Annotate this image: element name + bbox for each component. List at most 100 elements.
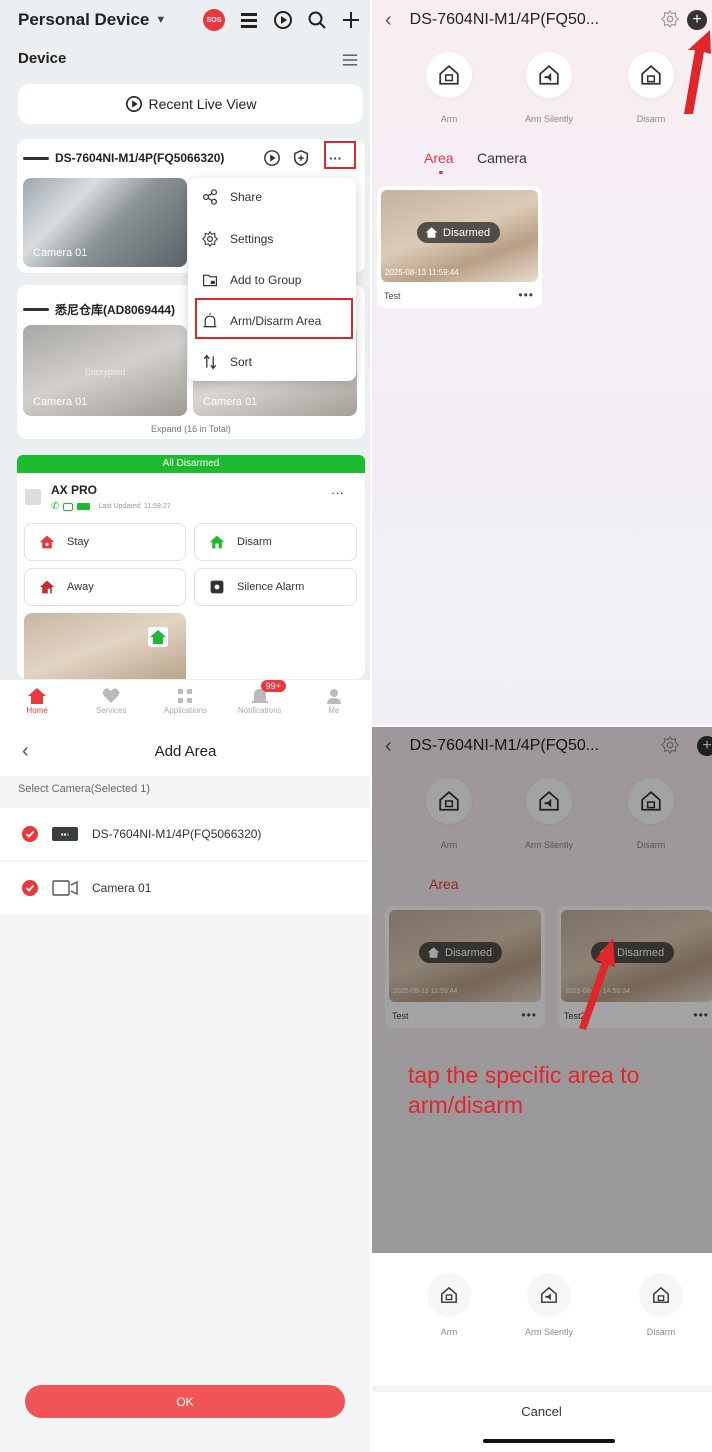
menu-item-label: Add to Group xyxy=(230,273,302,287)
back-icon[interactable]: ‹ xyxy=(385,9,392,32)
house-unlock-icon xyxy=(653,1286,669,1303)
tab-notifications[interactable]: 99+ Notifications xyxy=(225,680,295,726)
house-icon xyxy=(425,227,438,238)
disarm-action[interactable]: Disarm xyxy=(611,52,691,124)
axpro-camera-thumbnail[interactable] xyxy=(24,613,186,679)
device-home-screen: Personal Device ▼ SOS Device Recent Live… xyxy=(0,0,371,726)
bottom-tab-bar: Home Services Applications 99+ Notificat… xyxy=(0,679,371,726)
away-button[interactable]: Away xyxy=(24,568,186,606)
playback-icon[interactable] xyxy=(273,10,293,30)
menu-icon[interactable] xyxy=(342,52,358,68)
tab-services[interactable]: Services xyxy=(76,680,146,726)
notification-badge: 99+ xyxy=(260,680,286,692)
status-banner: All Disarmed xyxy=(17,455,365,473)
camera-icon xyxy=(52,880,78,896)
device-name[interactable]: 悉尼仓库(AD8069444) xyxy=(23,301,175,318)
menu-item-share[interactable]: Share xyxy=(188,178,356,216)
more-options-button[interactable]: ••• xyxy=(518,288,534,302)
disarm-label: Disarm xyxy=(646,1327,676,1337)
recent-live-view-label: Recent Live View xyxy=(148,96,257,112)
tab-camera[interactable]: Camera xyxy=(477,150,527,166)
arm-silently-label: Arm Silently xyxy=(524,1327,573,1337)
axpro-name[interactable]: AX PRO xyxy=(51,483,97,497)
camera-row[interactable]: Camera 01 xyxy=(0,862,371,914)
camera-label: Camera 01 xyxy=(203,396,258,408)
house-lock-icon xyxy=(441,1286,457,1303)
tab-me[interactable]: Me xyxy=(299,680,369,726)
router-icon xyxy=(63,502,74,511)
device-row[interactable]: ▪▪◦ DS-7604NI-M1/4P(FQ5066320) xyxy=(0,808,371,860)
play-circle-icon xyxy=(125,95,142,113)
highlight-more-options xyxy=(324,141,356,169)
arm-label: Arm xyxy=(440,1327,458,1337)
camera-row-label: Camera 01 xyxy=(92,881,152,895)
device-icon xyxy=(25,489,41,505)
annotation-text: tap the specific area to arm/disarm xyxy=(408,1062,640,1118)
status-label: Disarmed xyxy=(443,226,491,239)
disarm-circle xyxy=(639,1273,683,1317)
recent-live-view-button[interactable]: Recent Live View xyxy=(18,84,363,124)
action-sheet: Arm Arm Silently Disarm Cancel xyxy=(371,1253,712,1452)
checked-icon[interactable] xyxy=(22,826,38,842)
timestamp: 2025-08-13 11:59:44 xyxy=(385,268,459,277)
cancel-button[interactable]: Cancel xyxy=(371,1386,712,1430)
tab-area[interactable]: Area xyxy=(424,150,454,166)
chevron-down-icon[interactable]: ▼ xyxy=(155,14,166,26)
tab-home[interactable]: Home xyxy=(2,680,72,726)
stay-label: Stay xyxy=(67,536,90,548)
phone-icon: ✆ xyxy=(51,501,60,512)
shield-icon[interactable] xyxy=(292,149,310,167)
house-lock-icon xyxy=(439,65,459,85)
folder-add-icon xyxy=(203,274,217,287)
disarm-button[interactable]: Disarm xyxy=(194,523,357,561)
menu-item-sort[interactable]: Sort xyxy=(188,343,356,381)
back-icon[interactable]: ‹ xyxy=(22,740,29,763)
arm-silently-circle xyxy=(527,1273,571,1317)
add-area-button[interactable]: + xyxy=(687,10,707,30)
arm-action[interactable]: Arm xyxy=(409,52,489,124)
house-disarm-icon xyxy=(148,627,168,647)
sheet-arm-action[interactable]: Arm xyxy=(409,1273,489,1337)
camera-label: Camera 01 xyxy=(33,247,88,259)
sheet-arm-silently-action[interactable]: Arm Silently xyxy=(509,1273,589,1337)
search-icon[interactable] xyxy=(307,10,327,30)
away-label: Away xyxy=(67,581,94,593)
page-title: DS-7604NI-M1/4P(FQ50... xyxy=(409,11,600,28)
camera-thumbnail[interactable]: Camera 01 xyxy=(23,178,187,267)
tab-applications[interactable]: Applications xyxy=(150,680,220,726)
add-area-screen: ‹ Add Area Select Camera(Selected 1) ▪▪◦… xyxy=(0,726,371,1452)
house-unlock-icon xyxy=(641,65,661,85)
silence-alarm-button[interactable]: Silence Alarm xyxy=(194,568,357,606)
tab-label: Notifications xyxy=(237,706,282,715)
menu-item-label: Settings xyxy=(230,232,274,246)
menu-item-settings[interactable]: Settings xyxy=(188,220,356,258)
sos-icon[interactable]: SOS xyxy=(203,9,225,31)
house-disarm-icon xyxy=(209,535,225,549)
list-icon[interactable] xyxy=(239,10,259,30)
playback-icon[interactable] xyxy=(263,149,281,167)
stay-button[interactable]: Stay xyxy=(24,523,186,561)
device-name[interactable]: DS-7604NI-M1/4P(FQ5066320) xyxy=(23,151,224,165)
gear-icon xyxy=(202,231,218,247)
modal-overlay[interactable] xyxy=(371,726,712,1253)
arm-silently-action[interactable]: Arm Silently xyxy=(509,52,589,124)
nav-bar: ‹ Add Area xyxy=(0,726,371,776)
encrypted-label: Encrypted xyxy=(84,367,126,377)
area-name: Test xyxy=(384,291,401,301)
ok-button[interactable]: OK xyxy=(25,1385,345,1418)
more-options-button[interactable]: ··· xyxy=(331,485,344,500)
tab-label: Home xyxy=(26,706,48,715)
add-icon[interactable] xyxy=(341,10,361,30)
device-name-label: DS-7604NI-M1/4P(FQ5066320) xyxy=(55,151,225,165)
gear-icon[interactable] xyxy=(661,10,679,28)
status-icons: ✆ Last Updated: 11:59:27 xyxy=(51,501,171,512)
area-card[interactable]: Disarmed 2025-08-13 11:59:44 Test ••• xyxy=(377,186,542,308)
camera-thumbnail[interactable]: Encrypted Camera 01 xyxy=(23,325,187,416)
tab-label: Me xyxy=(328,706,340,715)
expand-button[interactable]: Expand (16 in Total) xyxy=(17,424,365,434)
checked-icon[interactable] xyxy=(22,880,38,896)
menu-item-add-to-group[interactable]: Add to Group xyxy=(188,261,356,299)
nvr-icon xyxy=(23,156,49,160)
sheet-disarm-action[interactable]: Disarm xyxy=(621,1273,701,1337)
personal-device-title[interactable]: Personal Device xyxy=(18,10,149,30)
